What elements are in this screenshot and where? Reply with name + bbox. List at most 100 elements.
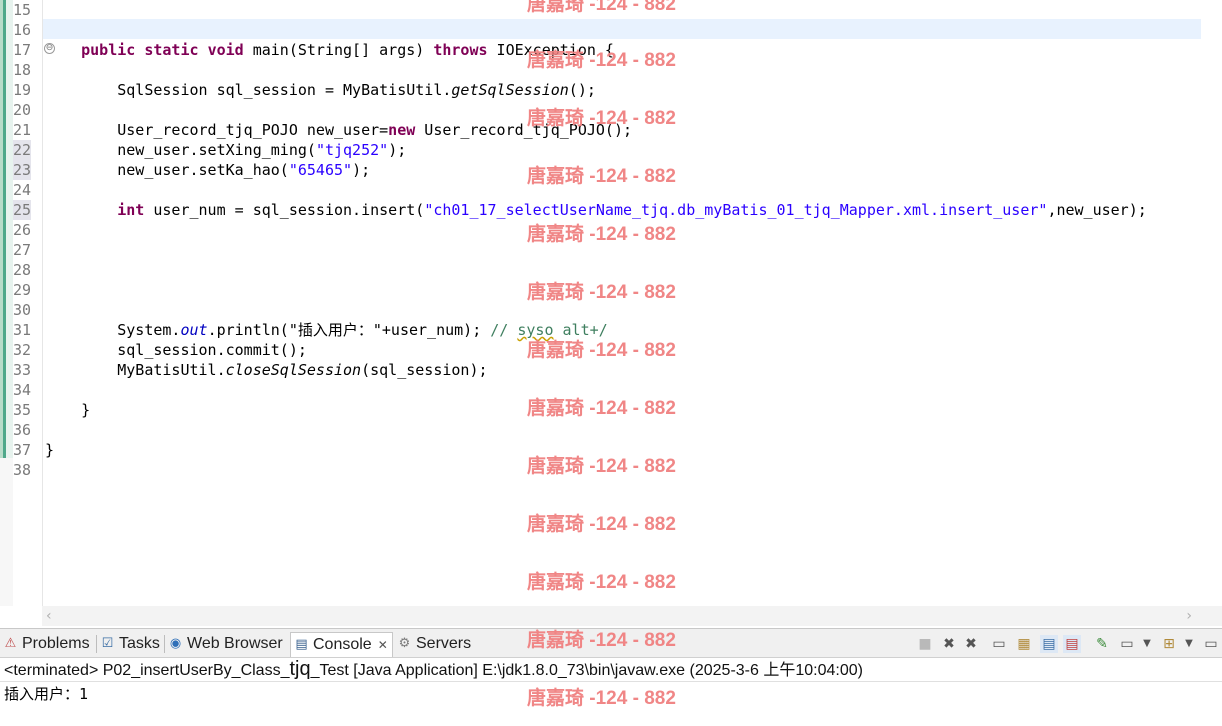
line-number: 30 xyxy=(13,301,32,319)
code-text: main(String[] args) xyxy=(243,41,434,59)
status-text: tjq xyxy=(289,658,311,680)
line-number: 22 xyxy=(13,140,32,160)
watermark-text: 唐嘉琦 -124 - 882 xyxy=(527,456,676,477)
tab-console[interactable]: ▤ Console ✕ xyxy=(290,632,393,657)
line-number: 18 xyxy=(13,61,32,79)
line-number: 32 xyxy=(13,341,32,359)
tab-tasks[interactable]: ☑ Tasks xyxy=(97,632,164,656)
code-text: } xyxy=(81,401,91,419)
line-number: 25 xyxy=(13,200,32,220)
watermark-text: 唐嘉琦 -124 - 882 xyxy=(527,688,676,709)
display-console-icon[interactable]: ▭ xyxy=(1118,635,1136,653)
code-line-25: int user_num = sql_session.insert("ch01_… xyxy=(45,200,1147,220)
line-number: 16 xyxy=(13,21,32,39)
keyword: public xyxy=(81,41,136,59)
current-line-highlight xyxy=(43,19,1201,39)
horizontal-scrollbar[interactable]: ‹ › xyxy=(42,606,1222,626)
line-number: 28 xyxy=(13,261,32,279)
open-console-icon[interactable]: ⊞ xyxy=(1160,635,1178,653)
line-number: 21 xyxy=(13,121,32,139)
show-on-error-icon[interactable]: ▤ xyxy=(1063,635,1081,653)
code-line-23: new_user.setKa_hao("65465"); xyxy=(45,160,370,180)
code-line-33: MyBatisUtil.closeSqlSession(sql_session)… xyxy=(45,360,488,380)
close-icon[interactable]: ✕ xyxy=(378,638,388,652)
watermark-text: 唐嘉琦 -124 - 882 xyxy=(527,572,676,593)
status-text: <terminated> P02_insertUserBy_Class_ xyxy=(4,662,290,679)
code-text: sql_session.commit(); xyxy=(81,341,307,359)
tab-problems[interactable]: ⚠ Problems xyxy=(0,632,94,656)
tab-label: Servers xyxy=(416,635,472,652)
keyword: throws xyxy=(433,41,488,59)
code-line-31: System.out.println("插入用户："+user_num); //… xyxy=(45,320,607,340)
line-number: 15 xyxy=(13,1,32,19)
code-text: MyBatisUtil. xyxy=(81,361,226,379)
watermark-text: 唐嘉琦 -124 - 882 xyxy=(527,398,676,419)
code-text: (sql_session); xyxy=(361,361,488,379)
comment: // xyxy=(490,321,518,339)
line-number: 20 xyxy=(13,101,32,119)
method-name: getSqlSession xyxy=(451,81,569,99)
line-number: 38 xyxy=(13,461,32,479)
comment-spelling: syso xyxy=(517,321,554,339)
scroll-lock-icon[interactable]: ▦ xyxy=(1015,635,1033,653)
code-text: user_num = sql_session.insert( xyxy=(144,201,425,219)
terminate-icon[interactable]: ■ xyxy=(916,635,934,653)
code-text: new_user.setXing_ming( xyxy=(81,141,316,159)
code-text: System. xyxy=(81,321,181,339)
code-text: ); xyxy=(388,141,407,159)
scroll-left-icon[interactable]: ‹ xyxy=(46,606,52,626)
static-field: out xyxy=(180,321,208,339)
code-line-35: } xyxy=(45,400,90,420)
code-text: SqlSession sql_session = MyBatisUtil. xyxy=(81,81,452,99)
line-number: 33 xyxy=(13,361,32,379)
code-line-37: } xyxy=(45,440,54,460)
keyword: new xyxy=(388,121,416,139)
tab-label: Problems xyxy=(22,635,90,652)
line-number: 36 xyxy=(13,421,32,439)
line-number: 23 xyxy=(13,160,32,180)
tasks-icon: ☑ xyxy=(101,636,114,651)
line-number: 24 xyxy=(13,181,32,199)
line-number: 26 xyxy=(13,221,32,239)
change-ruler xyxy=(0,0,13,458)
tab-servers[interactable]: ⚙ Servers xyxy=(394,632,475,656)
keyword: static xyxy=(144,41,199,59)
line-number: 19 xyxy=(13,81,32,99)
watermark-text: 唐嘉琦 -124 - 882 xyxy=(527,50,676,71)
watermark-text: 唐嘉琦 -124 - 882 xyxy=(527,630,676,651)
code-text: .println("插入用户："+user_num); xyxy=(207,321,491,339)
watermark-text: 唐嘉琦 -124 - 882 xyxy=(527,108,676,129)
code-text: } xyxy=(45,441,55,459)
scroll-right-icon[interactable]: › xyxy=(1186,606,1192,626)
string-literal: "tjq252" xyxy=(315,141,389,159)
line-number-ruler: 15 16 17 18 19 20 21 22 23 24 25 26 27 2… xyxy=(13,0,55,606)
watermark-text: 唐嘉琦 -124 - 882 xyxy=(527,224,676,245)
watermark-text: 唐嘉琦 -124 - 882 xyxy=(527,166,676,187)
minimize-icon[interactable]: ▭ xyxy=(1202,635,1220,653)
method-name: closeSqlSession xyxy=(225,361,362,379)
gutter xyxy=(0,458,13,606)
watermark-text: 唐嘉琦 -124 - 882 xyxy=(527,0,676,15)
watermark-text: 唐嘉琦 -124 - 882 xyxy=(527,514,676,535)
line-number: 31 xyxy=(13,321,32,339)
keyword: void xyxy=(207,41,244,59)
chevron-down-icon[interactable]: ▼ xyxy=(1180,635,1198,653)
line-number: 35 xyxy=(13,401,32,419)
vertical-scrollbar[interactable] xyxy=(1202,0,1222,606)
remove-launch-icon[interactable]: ✖ xyxy=(940,635,958,653)
clear-console-icon[interactable]: ▭ xyxy=(990,635,1008,653)
chevron-down-icon[interactable]: ▼ xyxy=(1138,635,1156,653)
code-text: (); xyxy=(568,81,596,99)
tab-label: Console xyxy=(313,636,372,653)
pin-console-icon[interactable]: ✎ xyxy=(1093,635,1111,653)
problems-icon: ⚠ xyxy=(4,636,17,651)
watermark-text: 唐嘉琦 -124 - 882 xyxy=(527,340,676,361)
remove-all-terminated-icon[interactable]: ✖ xyxy=(962,635,980,653)
code-text: new_user.setKa_hao( xyxy=(81,161,289,179)
show-on-output-icon[interactable]: ▤ xyxy=(1040,635,1058,653)
tab-web-browser[interactable]: ◉ Web Browser xyxy=(165,632,287,656)
console-icon: ▤ xyxy=(295,637,308,652)
tab-label: Tasks xyxy=(119,635,160,652)
status-text: _Test [Java Application] E:\jdk1.8.0_73\… xyxy=(310,662,863,679)
code-line-22: new_user.setXing_ming("tjq252"); xyxy=(45,140,406,160)
